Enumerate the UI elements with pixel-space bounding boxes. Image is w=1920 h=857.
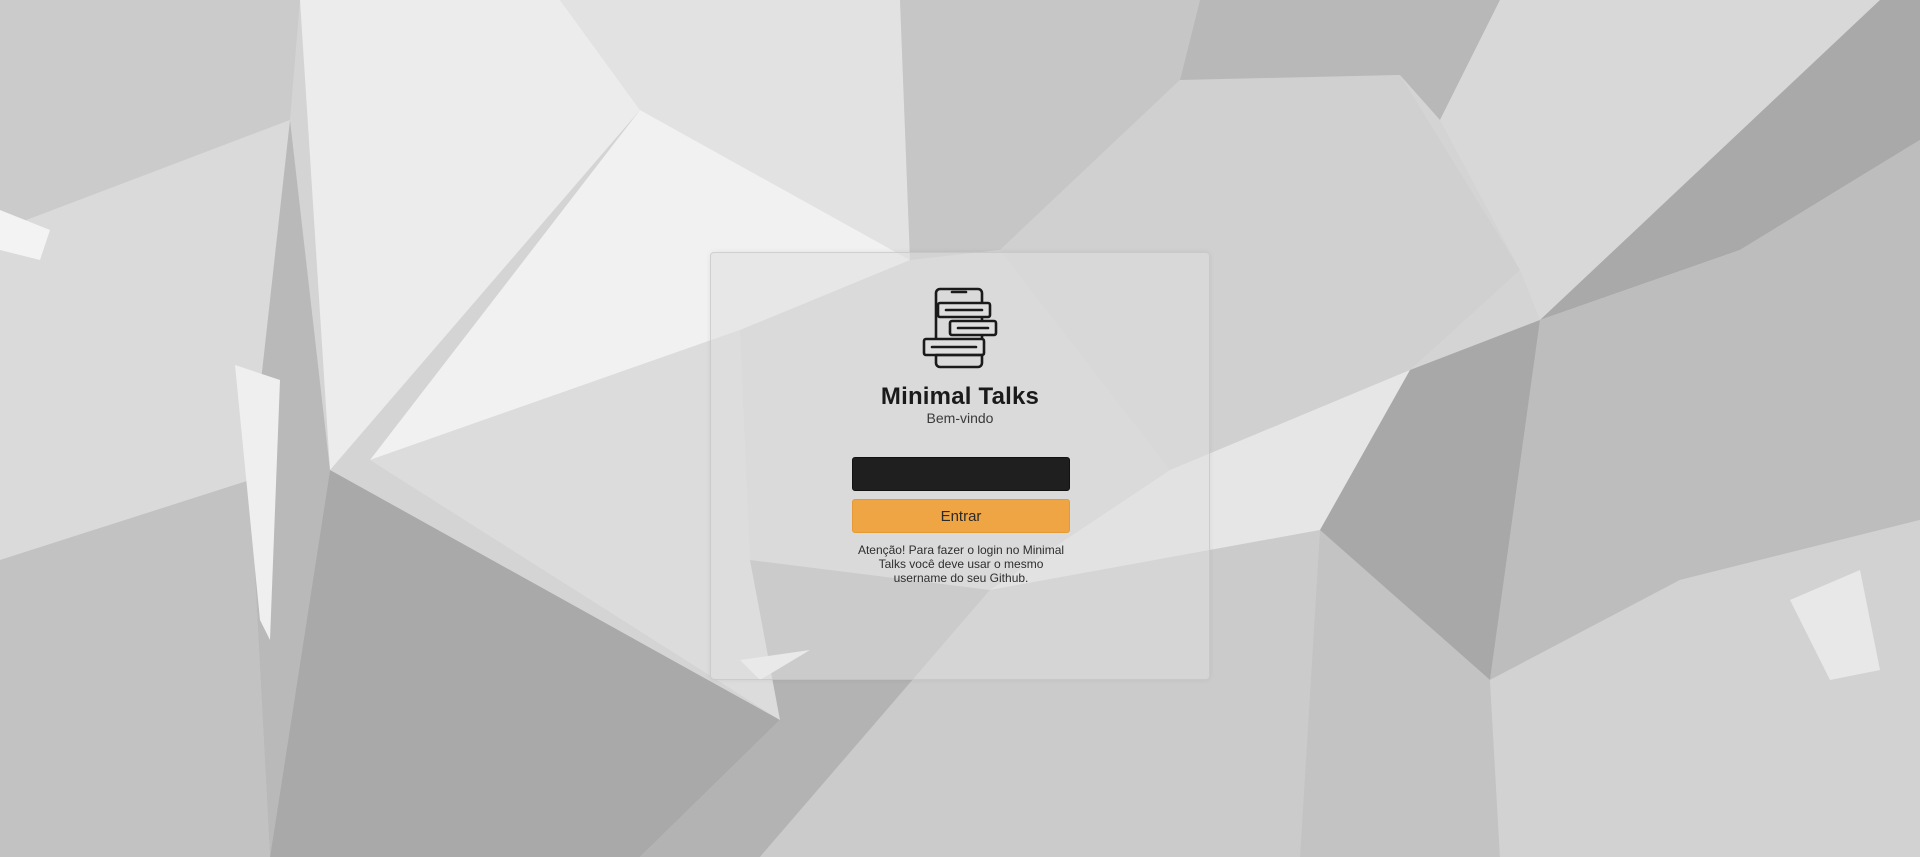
login-card: Minimal Talks Bem-vindo Entrar Atenção! … [710,252,1210,680]
login-button[interactable]: Entrar [852,499,1070,533]
app-title: Minimal Talks [880,383,1040,410]
welcome-subtitle: Bem-vindo [926,410,994,426]
chat-phone-icon [922,287,998,369]
username-input[interactable] [852,457,1070,491]
github-username-notice: Atenção! Para fazer o login no Minimal T… [857,543,1065,585]
